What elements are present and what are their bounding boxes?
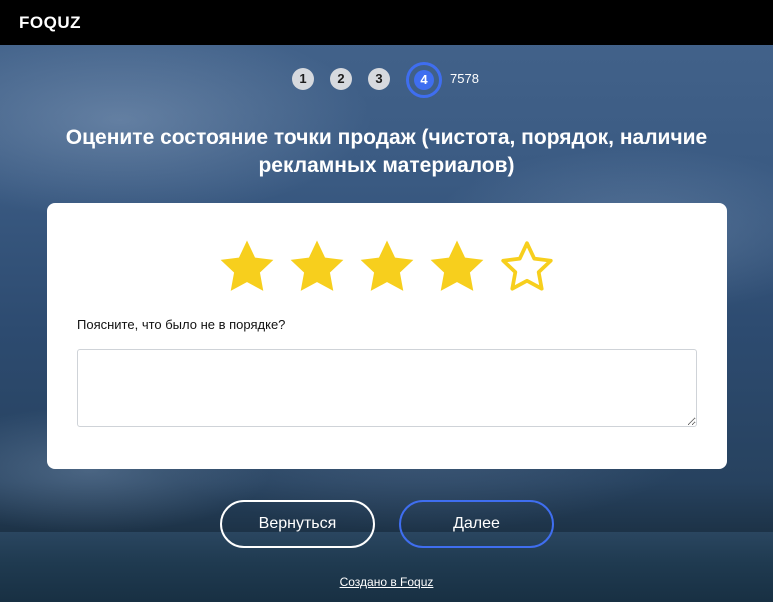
background-sea (0, 532, 773, 602)
star-5[interactable] (499, 239, 555, 295)
question-title: Оцените состояние точки продаж (чистота,… (65, 126, 708, 177)
star-icon (360, 240, 414, 291)
star-4[interactable] (429, 239, 485, 295)
logo: FOQUZ (19, 13, 81, 32)
question-card: Поясните, что было не в порядке? (47, 203, 727, 469)
step-3[interactable]: 3 (368, 68, 390, 90)
star-icon (290, 240, 344, 291)
star-outline-icon (501, 241, 553, 291)
star-1[interactable] (219, 239, 275, 295)
star-icon (430, 240, 484, 291)
step-2[interactable]: 2 (330, 68, 352, 90)
comment-textarea[interactable] (77, 349, 697, 427)
star-rating (219, 239, 559, 295)
created-in-foquz-link[interactable]: Создано в Foquz (0, 575, 773, 589)
step-4-active[interactable]: 4 (406, 62, 442, 98)
star-3[interactable] (359, 239, 415, 295)
step-count: 7578 (450, 71, 479, 86)
star-icon (220, 240, 274, 291)
comment-label: Поясните, что было не в порядке? (77, 317, 286, 332)
back-button[interactable]: Вернуться (220, 500, 375, 548)
step-indicator: 1 2 3 4 7578 (0, 62, 773, 98)
star-2[interactable] (289, 239, 345, 295)
step-1[interactable]: 1 (292, 68, 314, 90)
top-bar: FOQUZ (0, 0, 773, 45)
step-4-label: 4 (414, 70, 434, 90)
next-button[interactable]: Далее (399, 500, 554, 548)
